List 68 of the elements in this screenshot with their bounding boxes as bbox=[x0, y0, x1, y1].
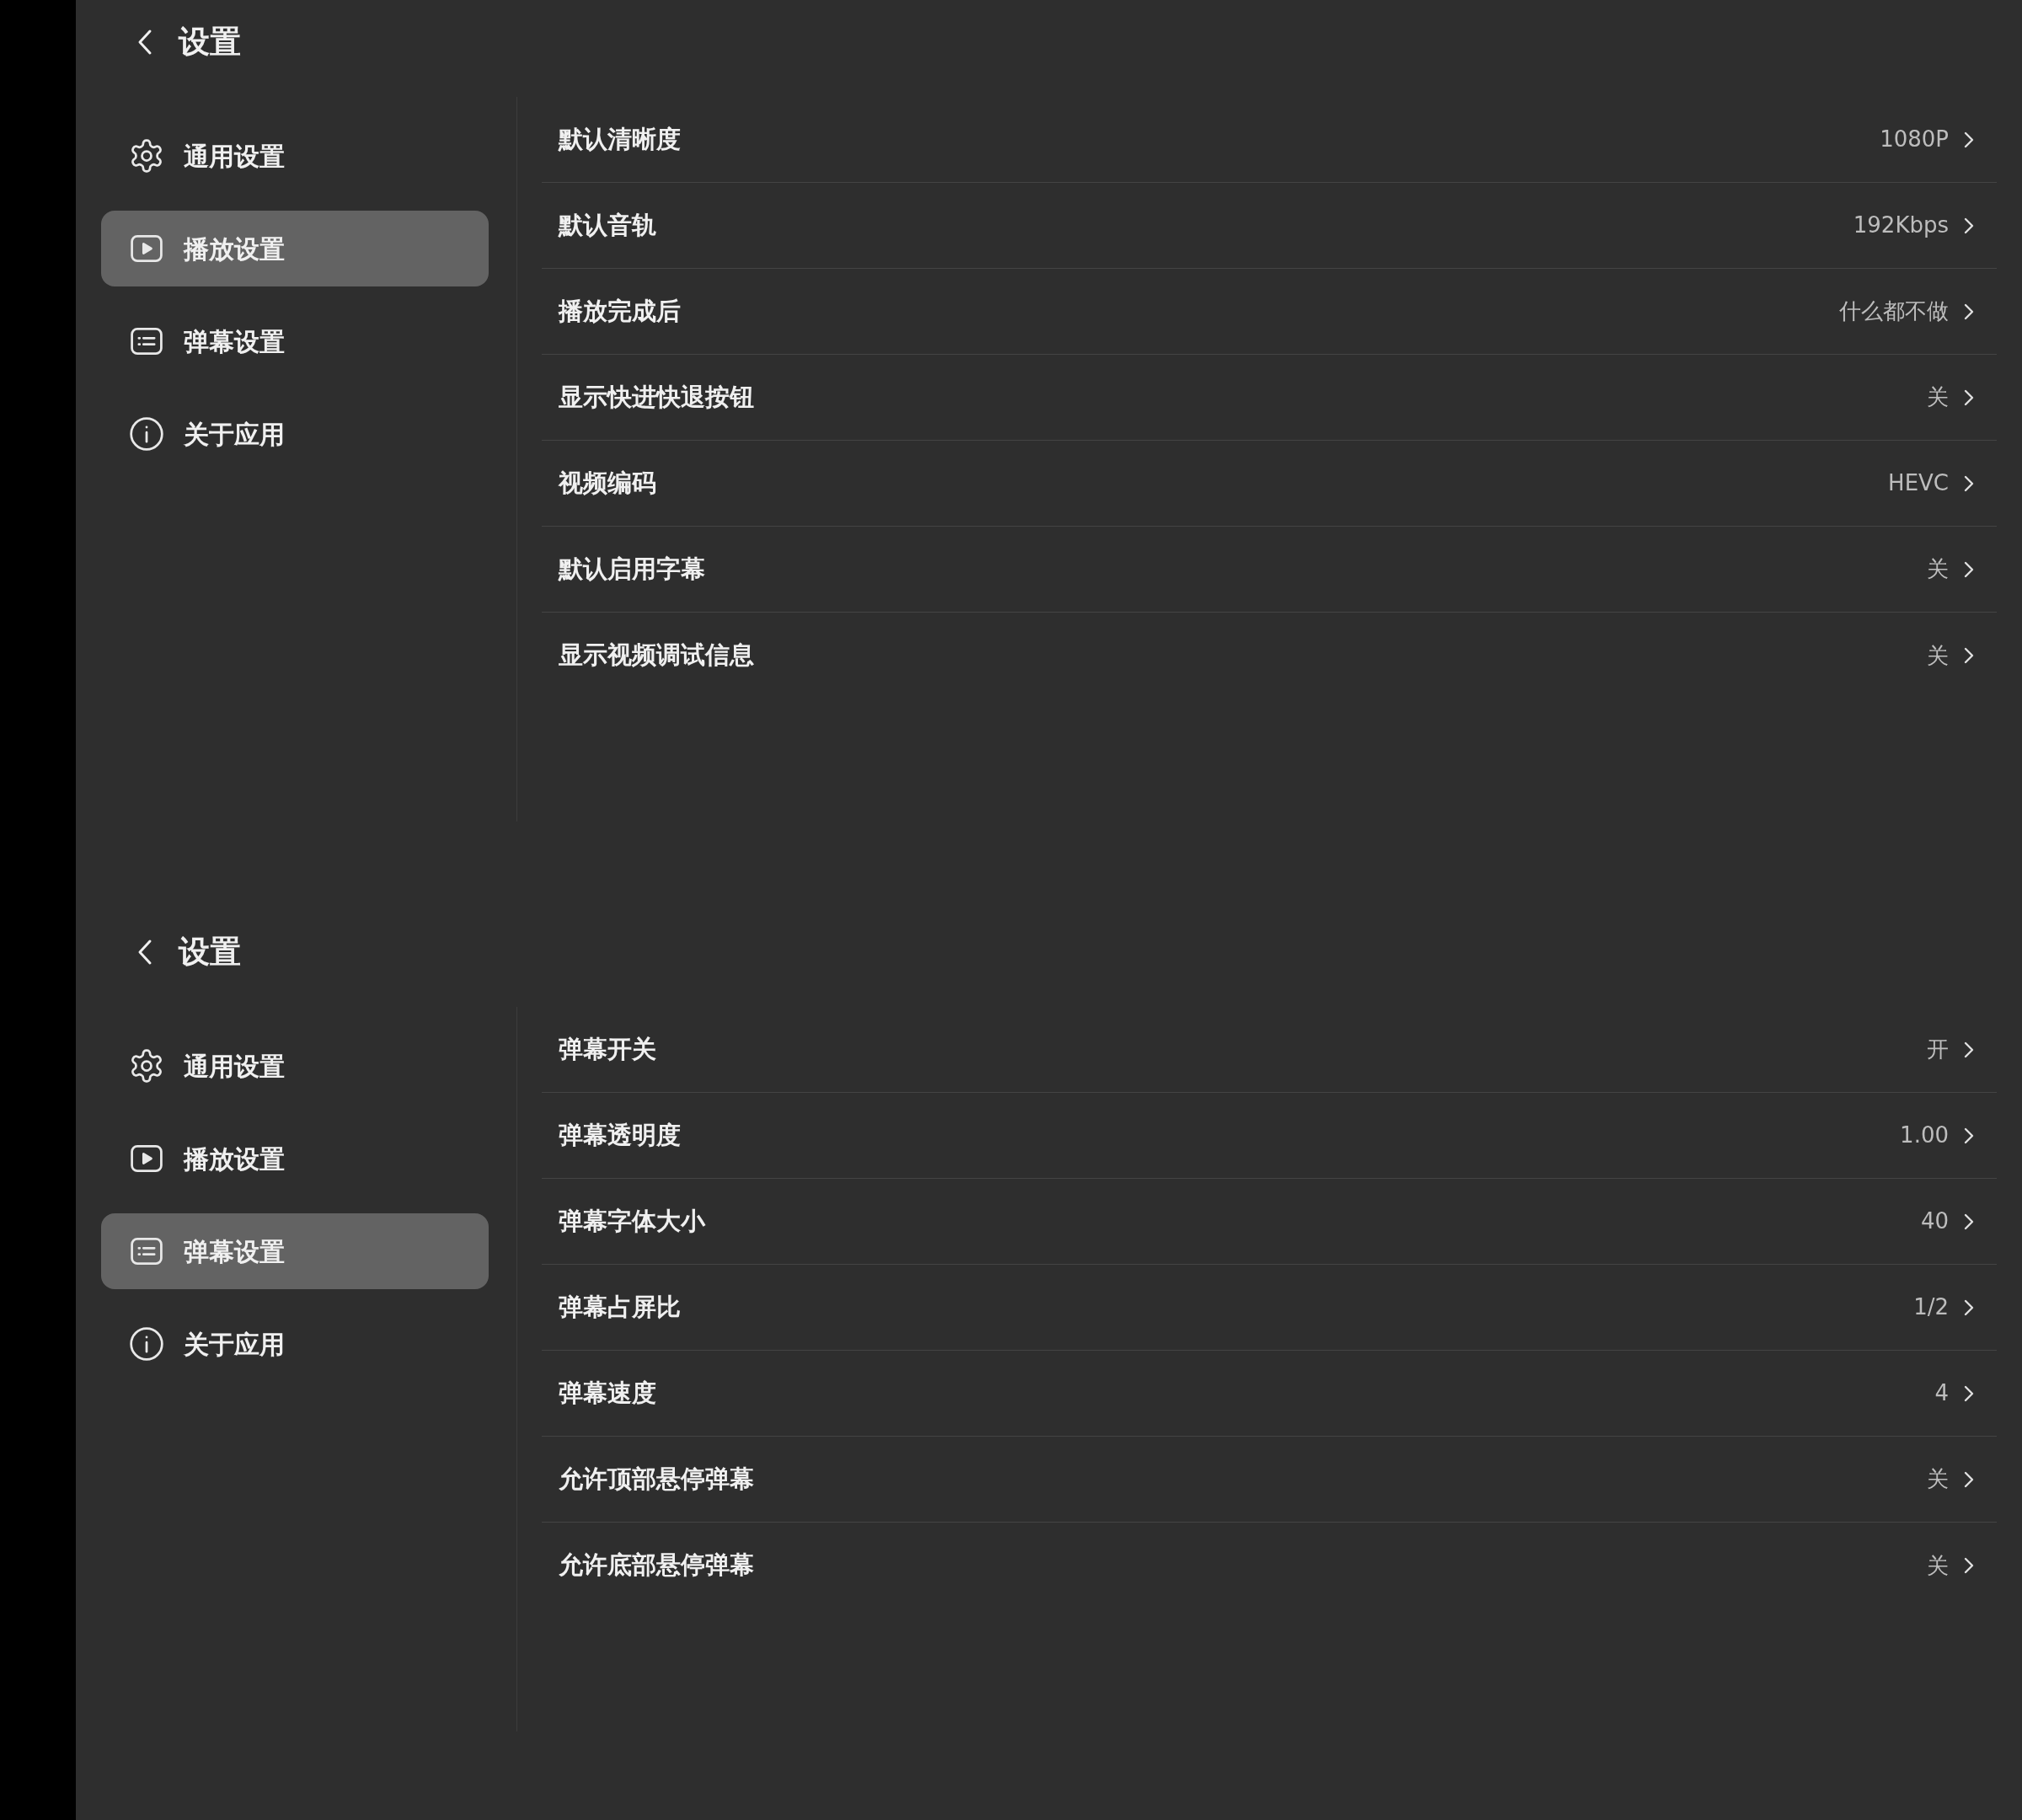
setting-row[interactable]: 默认启用字幕 关 bbox=[542, 527, 1997, 613]
sidebar-item[interactable]: 通用设置 bbox=[101, 118, 489, 194]
setting-row[interactable]: 播放完成后 什么都不做 bbox=[542, 269, 1997, 355]
setting-row[interactable]: 弹幕速度 4 bbox=[542, 1351, 1997, 1437]
sidebar-item[interactable]: 弹幕设置 bbox=[101, 303, 489, 379]
setting-value: 192Kbps bbox=[1853, 211, 1949, 239]
setting-row[interactable]: 默认音轨 192Kbps bbox=[542, 183, 1997, 269]
chevron-right-icon bbox=[1964, 474, 1974, 492]
setting-label: 默认启用字幕 bbox=[559, 553, 706, 585]
setting-label: 视频编码 bbox=[559, 467, 657, 499]
setting-value: 什么都不做 bbox=[1839, 297, 1949, 325]
setting-label: 显示视频调试信息 bbox=[559, 640, 755, 672]
setting-row[interactable]: 显示视频调试信息 关 bbox=[542, 613, 1997, 699]
chevron-right-icon bbox=[1964, 647, 1974, 664]
info-icon bbox=[128, 1325, 165, 1362]
setting-row[interactable]: 弹幕透明度 1.00 bbox=[542, 1093, 1997, 1179]
setting-row[interactable]: 弹幕占屏比 1/2 bbox=[542, 1265, 1997, 1351]
setting-label: 弹幕速度 bbox=[559, 1377, 657, 1409]
setting-label: 默认音轨 bbox=[559, 209, 657, 241]
setting-label: 允许顶部悬停弹幕 bbox=[559, 1463, 755, 1495]
setting-value: 关 bbox=[1927, 1465, 1949, 1493]
setting-value: 1080P bbox=[1880, 126, 1949, 153]
sidebar-item[interactable]: 播放设置 bbox=[101, 211, 489, 286]
setting-value: 开 bbox=[1927, 1036, 1949, 1063]
setting-value: 1.00 bbox=[1900, 1121, 1949, 1149]
setting-value: 1/2 bbox=[1913, 1293, 1949, 1321]
setting-label: 显示快进快退按钮 bbox=[559, 381, 755, 413]
chevron-right-icon bbox=[1964, 1470, 1974, 1488]
sidebar-item[interactable]: 关于应用 bbox=[101, 396, 489, 472]
setting-label: 弹幕占屏比 bbox=[559, 1291, 682, 1323]
chevron-right-icon bbox=[1964, 388, 1974, 406]
setting-value: 关 bbox=[1927, 1551, 1949, 1580]
setting-value: 40 bbox=[1920, 1207, 1949, 1235]
setting-row[interactable]: 弹幕开关 开 bbox=[542, 1007, 1997, 1093]
sidebar-item[interactable]: 弹幕设置 bbox=[101, 1213, 489, 1289]
setting-label: 弹幕字体大小 bbox=[559, 1205, 707, 1237]
page-title: 设置 bbox=[179, 23, 241, 62]
setting-label: 播放完成后 bbox=[559, 295, 682, 327]
chevron-right-icon bbox=[1964, 1041, 1974, 1058]
chevron-right-icon bbox=[1964, 1557, 1974, 1574]
setting-value: 4 bbox=[1934, 1379, 1949, 1407]
chevron-right-icon bbox=[1964, 1298, 1974, 1316]
setting-row[interactable]: 默认清晰度 1080P bbox=[542, 97, 1997, 183]
setting-value: 关 bbox=[1927, 641, 1949, 670]
chevron-right-icon bbox=[1964, 217, 1974, 234]
setting-label: 允许底部悬停弹幕 bbox=[559, 1550, 755, 1582]
sidebar-item[interactable]: 通用设置 bbox=[101, 1028, 489, 1104]
setting-row[interactable]: 允许顶部悬停弹幕 关 bbox=[542, 1437, 1997, 1523]
chevron-right-icon bbox=[1964, 560, 1974, 578]
chevron-right-icon bbox=[1964, 302, 1974, 320]
setting-row[interactable]: 弹幕字体大小 40 bbox=[542, 1179, 1997, 1265]
setting-value: 关 bbox=[1927, 555, 1949, 583]
sidebar-item[interactable]: 关于应用 bbox=[101, 1306, 489, 1382]
setting-value: HEVC bbox=[1888, 469, 1949, 497]
page-title: 设置 bbox=[179, 933, 241, 972]
chevron-right-icon bbox=[1964, 1384, 1974, 1402]
setting-label: 弹幕透明度 bbox=[559, 1119, 682, 1151]
setting-label: 弹幕开关 bbox=[559, 1033, 657, 1065]
chevron-right-icon bbox=[1964, 131, 1974, 148]
setting-row[interactable]: 显示快进快退按钮 关 bbox=[542, 355, 1997, 441]
setting-value: 关 bbox=[1927, 383, 1949, 411]
setting-row[interactable]: 允许底部悬停弹幕 关 bbox=[542, 1523, 1997, 1609]
chevron-right-icon bbox=[1964, 1127, 1974, 1144]
info-icon bbox=[128, 415, 165, 452]
chevron-right-icon bbox=[1964, 1212, 1974, 1230]
setting-row[interactable]: 视频编码 HEVC bbox=[542, 441, 1997, 527]
sidebar-item[interactable]: 播放设置 bbox=[101, 1121, 489, 1196]
setting-label: 默认清晰度 bbox=[559, 123, 682, 155]
